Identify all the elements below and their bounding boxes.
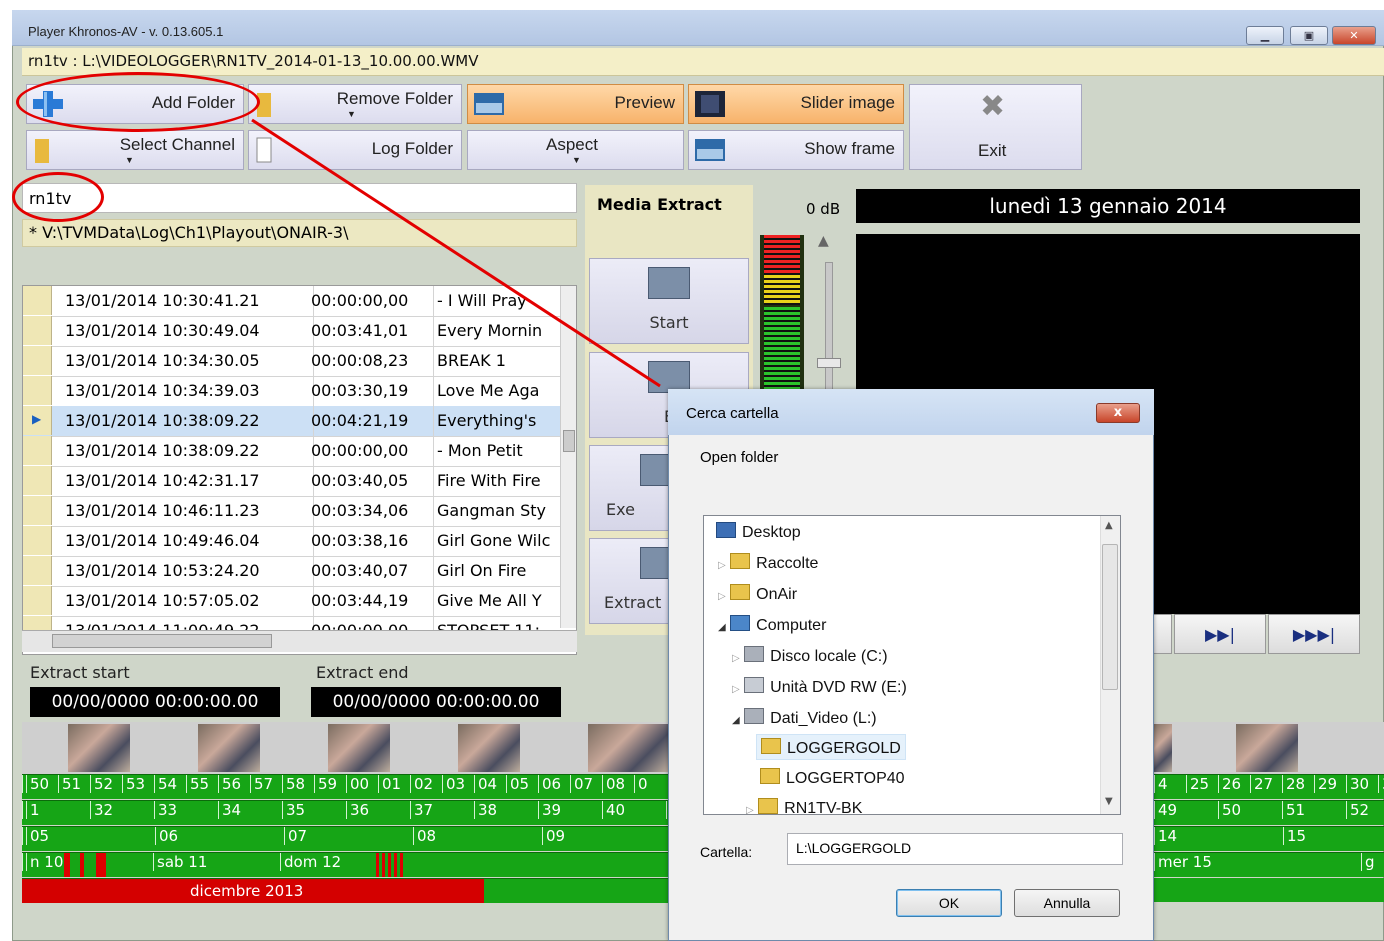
annotation-arrow xyxy=(251,118,661,388)
